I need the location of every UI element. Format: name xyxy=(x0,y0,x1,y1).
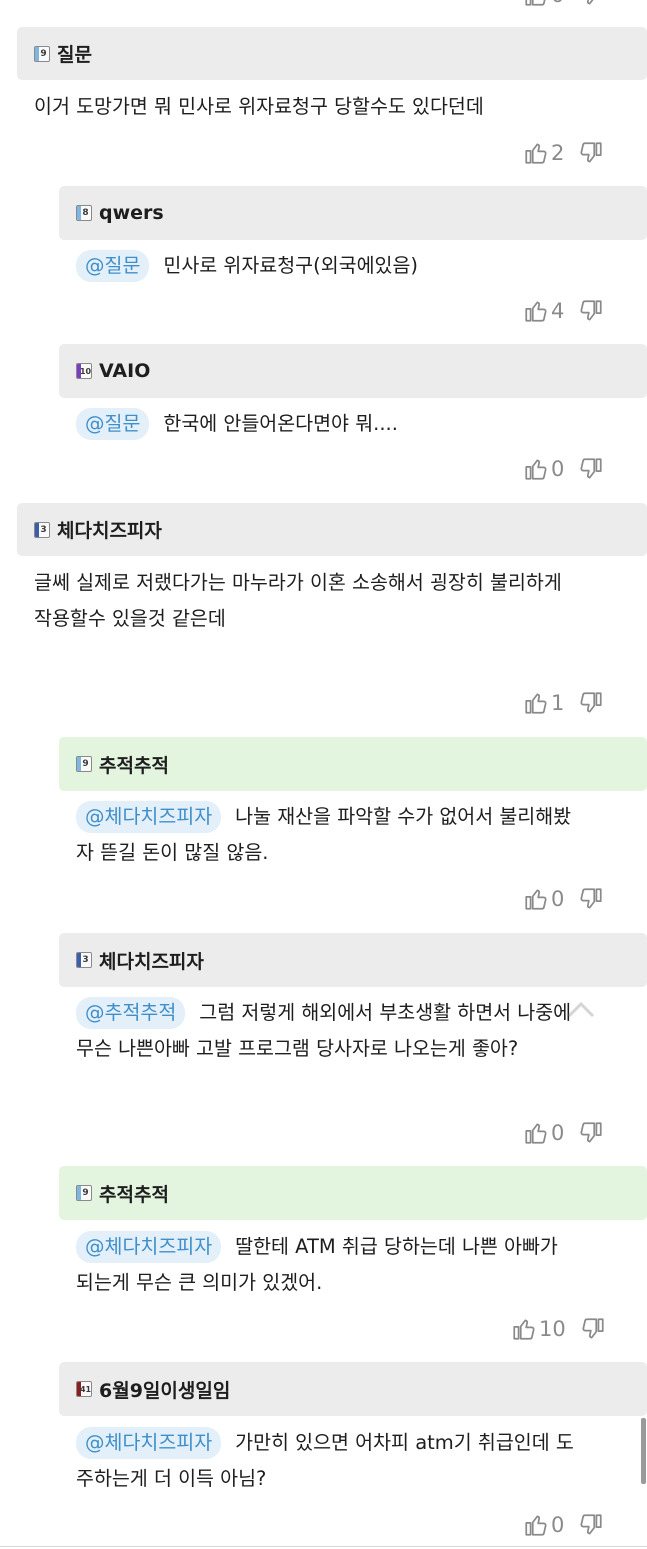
level-badge-icon: 9 xyxy=(34,45,50,62)
thumb-up-icon[interactable] xyxy=(523,886,549,912)
reply-text: @체다치즈피자 가만히 있으면 어차피 atm기 취급인데 도 주하는게 더 이득… xyxy=(76,1425,574,1497)
mention-tag[interactable]: @체다치즈피자 xyxy=(76,801,222,833)
thumb-up-icon[interactable] xyxy=(523,140,549,166)
reply-header: 9 추적추적 xyxy=(59,737,647,791)
reply-text: @질문 민사로 위자료청구(외국에있음) xyxy=(76,248,418,284)
thumb-down-icon[interactable] xyxy=(578,690,604,716)
author-nickname[interactable]: 추적추적 xyxy=(99,1180,169,1207)
comment-text: 이거 도망가면 뭐 민사로 위자료청구 당할수도 있다던데 xyxy=(34,95,484,118)
author-nickname[interactable]: qwers xyxy=(99,202,164,224)
level-badge-icon: 8 xyxy=(76,205,92,221)
thumb-down-icon[interactable] xyxy=(578,1512,604,1538)
thumb-down-icon[interactable] xyxy=(578,886,604,912)
author-nickname[interactable]: VAIO xyxy=(99,360,150,382)
level-badge-icon: 3 xyxy=(34,521,50,538)
thumb-up-icon[interactable] xyxy=(523,456,549,482)
author-nickname[interactable]: 6월9일이생일임 xyxy=(99,1376,230,1403)
vote-row: 0 xyxy=(523,456,604,482)
like-count: 0 xyxy=(551,887,565,911)
thumb-down-icon[interactable] xyxy=(578,456,604,482)
reply-text: @체다치즈피자 나눌 재산을 파악할 수가 없어서 불리해봤 자 뜯길 돈이 많질… xyxy=(76,799,571,871)
like-count: 10 xyxy=(539,1317,566,1341)
level-badge-icon: 41 xyxy=(76,1381,92,1397)
reply-header: 9 추적추적 xyxy=(59,1166,647,1220)
mention-tag[interactable]: @체다치즈피자 xyxy=(76,1231,222,1263)
vote-row: 4 xyxy=(523,298,604,324)
vote-row: 0 xyxy=(523,1120,604,1146)
level-badge-icon: 10 xyxy=(76,363,92,379)
reply-header: 10 VAIO xyxy=(59,344,647,398)
vote-row: 0 xyxy=(523,1512,604,1538)
thumb-down-icon[interactable] xyxy=(580,1316,606,1342)
reply-header: 41 6월9일이생일임 xyxy=(59,1362,647,1416)
like-count: 1 xyxy=(551,691,565,715)
mention-tag[interactable]: @질문 xyxy=(76,250,150,282)
scrollbar[interactable] xyxy=(641,1418,646,1484)
mention-tag[interactable]: @추적추적 xyxy=(76,997,186,1029)
author-nickname[interactable]: 추적추적 xyxy=(99,751,169,778)
reply-header: 3 체다치즈피자 xyxy=(59,933,647,987)
vote-row: 0 xyxy=(523,886,604,912)
comment-header: 3 체다치즈피자 xyxy=(17,503,647,556)
reply-text: @체다치즈피자 딸한테 ATM 취급 당하는데 나쁜 아빠가 되는게 무슨 큰 의… xyxy=(76,1229,558,1301)
vote-row: 1 xyxy=(523,690,604,716)
level-badge-icon: 9 xyxy=(76,756,92,772)
partial-vote-row: 0 xyxy=(523,0,604,8)
author-nickname[interactable]: 체다치즈피자 xyxy=(99,947,204,974)
thumb-down-icon[interactable] xyxy=(578,140,604,166)
thumb-up-icon[interactable] xyxy=(523,298,549,324)
like-count: 0 xyxy=(551,457,565,481)
author-nickname[interactable]: 질문 xyxy=(57,40,92,67)
like-count: 4 xyxy=(551,299,565,323)
thumb-down-icon[interactable] xyxy=(578,298,604,324)
mention-tag[interactable]: @질문 xyxy=(76,408,150,440)
like-count: 0 xyxy=(551,1513,565,1537)
level-badge-icon: 3 xyxy=(76,952,92,968)
reply-text: @질문 한국에 안들어온다면야 뭐.... xyxy=(76,406,398,442)
author-nickname[interactable]: 체다치즈피자 xyxy=(57,516,162,543)
thumb-up-icon[interactable] xyxy=(523,1512,549,1538)
reply-text: @추적추적 그럼 저렇게 해외에서 부초생활 하면서 나중에 무슨 나쁜아빠 고발… xyxy=(76,995,571,1067)
mention-tag[interactable]: @체다치즈피자 xyxy=(76,1427,222,1459)
like-count: 0 xyxy=(551,1121,565,1145)
like-count: 2 xyxy=(551,141,565,165)
thumb-down-icon[interactable] xyxy=(578,1120,604,1146)
comment-text: 글쎄 실제로 저랬다가는 마누라가 이혼 소송해서 굉장히 불리하게 작용할수 … xyxy=(34,571,562,630)
vote-row: 10 xyxy=(511,1316,606,1342)
thumb-up-icon[interactable] xyxy=(523,0,549,8)
thumb-up-icon[interactable] xyxy=(523,1120,549,1146)
vote-row: 2 xyxy=(523,140,604,166)
thumb-up-icon[interactable] xyxy=(511,1316,537,1342)
divider xyxy=(0,1546,647,1547)
scroll-up-icon[interactable] xyxy=(565,998,597,1020)
thumb-up-icon[interactable] xyxy=(523,690,549,716)
thumb-down-icon[interactable] xyxy=(578,0,604,8)
comment-header: 9 질문 xyxy=(17,27,647,80)
reply-header: 8 qwers xyxy=(59,186,647,240)
level-badge-icon: 9 xyxy=(76,1185,92,1201)
like-count: 0 xyxy=(551,0,564,7)
